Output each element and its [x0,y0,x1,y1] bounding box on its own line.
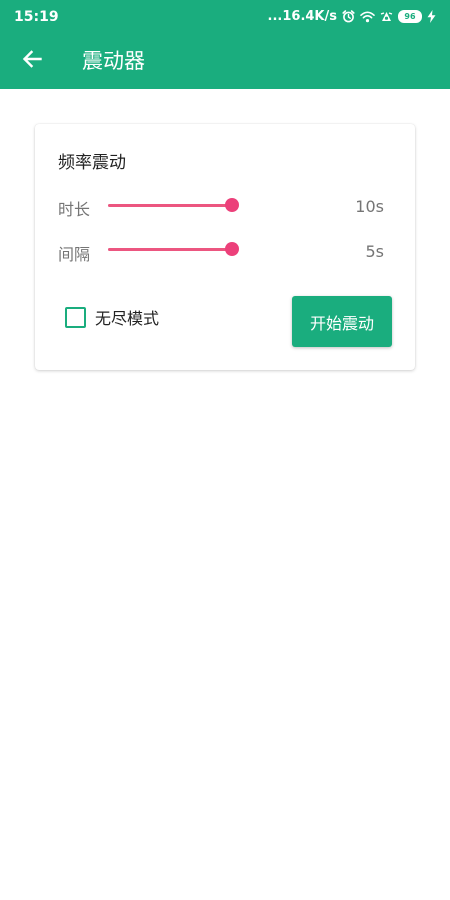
arrow-left-icon [22,50,42,72]
charging-icon [427,10,436,23]
status-bar: 15:19 ...16.4K/s 96 [0,0,450,33]
status-time: 15:19 [14,8,59,25]
back-button[interactable] [14,45,50,77]
duration-slider[interactable] [108,195,239,215]
duration-label: 时长 [58,200,91,219]
slider-fill [108,204,232,207]
card-title: 频率震动 [58,153,126,173]
battery-icon: 96 [398,10,422,23]
duration-value: 10s [355,197,384,216]
wifi-icon [360,11,375,23]
interval-value: 5s [365,242,384,261]
endless-mode-checkbox[interactable]: 无尽模式 [65,305,159,329]
page-title: 震动器 [82,49,145,73]
status-indicators: ...16.4K/s 96 [268,9,436,24]
notification-icon [380,10,393,23]
slider-thumb[interactable] [225,198,239,212]
slider-thumb[interactable] [225,242,239,256]
alarm-icon [342,10,355,23]
interval-label: 间隔 [58,245,91,264]
slider-fill [108,248,232,251]
app-bar: 震动器 [0,33,450,89]
interval-slider[interactable] [108,239,239,259]
endless-mode-label: 无尽模式 [95,309,160,328]
checkbox-box[interactable] [65,306,86,328]
start-vibration-button[interactable]: 开始震动 [292,296,392,347]
vibration-settings-card: 频率震动 时长 10s 间隔 5s 无尽模式 开始震动 [35,124,415,370]
network-speed: ...16.4K/s [267,9,337,24]
